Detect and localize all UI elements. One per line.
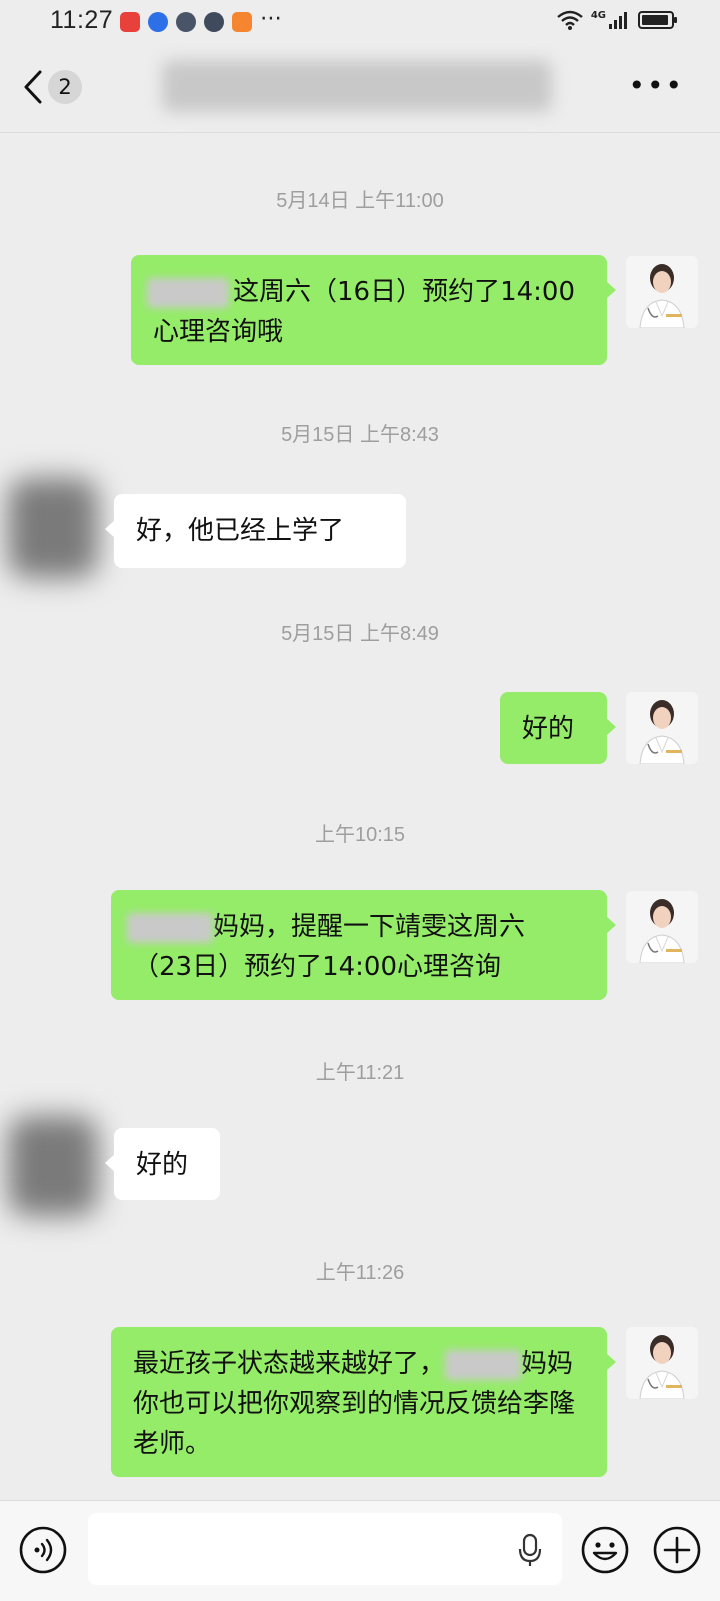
message-timestamp: 5月14日 上午11:00: [276, 190, 444, 212]
doctor-avatar-icon: [626, 891, 698, 963]
doctor-avatar-icon: [626, 1327, 698, 1399]
doctor-avatar-icon: [626, 692, 698, 764]
unread-count-badge: 2: [48, 70, 82, 104]
wifi-icon: [557, 10, 583, 30]
microphone-icon[interactable]: [518, 1533, 542, 1567]
message-timestamp: 5月15日 上午8:43: [281, 424, 439, 446]
plus-button[interactable]: [652, 1525, 702, 1579]
app-notification-icon: [204, 12, 224, 32]
outgoing-message-bubble[interactable]: 好的: [500, 692, 616, 764]
emoji-button[interactable]: [580, 1525, 630, 1579]
avatar[interactable]: [626, 692, 698, 764]
input-bar: [0, 1500, 720, 1601]
chat-title-redacted: [162, 60, 552, 112]
network-type: 4G: [590, 9, 606, 21]
battery-icon: [638, 11, 677, 29]
status-time: 11:27: [50, 6, 114, 34]
plus-icon: [653, 1526, 701, 1574]
outgoing-message-bubble[interactable]: 这周六（16日）预约了14:00心理咨询哦: [131, 255, 616, 365]
app-notification-icon: [176, 12, 196, 32]
more-notifications-icon: ⋯: [260, 6, 282, 31]
signal-icon: [609, 12, 627, 29]
chat-header: 2 •••: [0, 44, 720, 133]
message-text-line2: （23日）预约了14:00心理咨询: [133, 952, 502, 982]
message-text-part1: 最近孩子状态越来越好了，: [133, 1349, 446, 1379]
doctor-avatar-icon: [626, 256, 698, 328]
message-timestamp: 上午11:26: [315, 1262, 405, 1284]
redacted-name: [147, 277, 229, 308]
voice-icon: [19, 1526, 67, 1574]
outgoing-message-bubble[interactable]: 妈妈，提醒一下靖雯这周六 （23日）预约了14:00心理咨询: [111, 890, 616, 1000]
redacted-name: [127, 912, 213, 943]
outgoing-message-bubble[interactable]: 最近孩子状态越来越好了， 妈妈你也可以把你观察到的情况反馈给李隆老师。: [111, 1327, 616, 1477]
status-bar: 11:27 ⋯ 4G: [0, 0, 720, 44]
back-button[interactable]: 2: [22, 62, 92, 112]
emoji-icon: [581, 1526, 629, 1574]
app-notification-icon: [232, 12, 252, 32]
redacted-name: [445, 1349, 522, 1380]
message-text: 好，他已经上学了: [136, 516, 345, 546]
message-timestamp: 上午11:21: [315, 1062, 405, 1084]
app-notification-icon: [120, 12, 140, 32]
avatar[interactable]: [8, 1116, 98, 1216]
avatar[interactable]: [626, 256, 698, 328]
message-text-line1: 妈妈，提醒一下靖雯这周六: [213, 912, 526, 942]
message-text: 好的: [522, 714, 575, 744]
message-input[interactable]: [88, 1513, 562, 1585]
avatar[interactable]: [8, 478, 98, 578]
message-text: 好的: [136, 1150, 189, 1180]
voice-button[interactable]: [18, 1525, 68, 1579]
message-timestamp: 上午10:15: [314, 824, 406, 846]
incoming-message-bubble[interactable]: 好的: [105, 1128, 220, 1200]
avatar[interactable]: [626, 1327, 698, 1399]
avatar[interactable]: [626, 891, 698, 963]
more-icon[interactable]: •••: [628, 72, 684, 100]
back-arrow-icon: [24, 70, 42, 104]
app-notification-icon: [148, 12, 168, 32]
incoming-message-bubble[interactable]: 好，他已经上学了: [105, 494, 406, 568]
message-timestamp: 5月15日 上午8:49: [281, 623, 439, 645]
message-text-part2: 妈: [521, 1349, 548, 1379]
